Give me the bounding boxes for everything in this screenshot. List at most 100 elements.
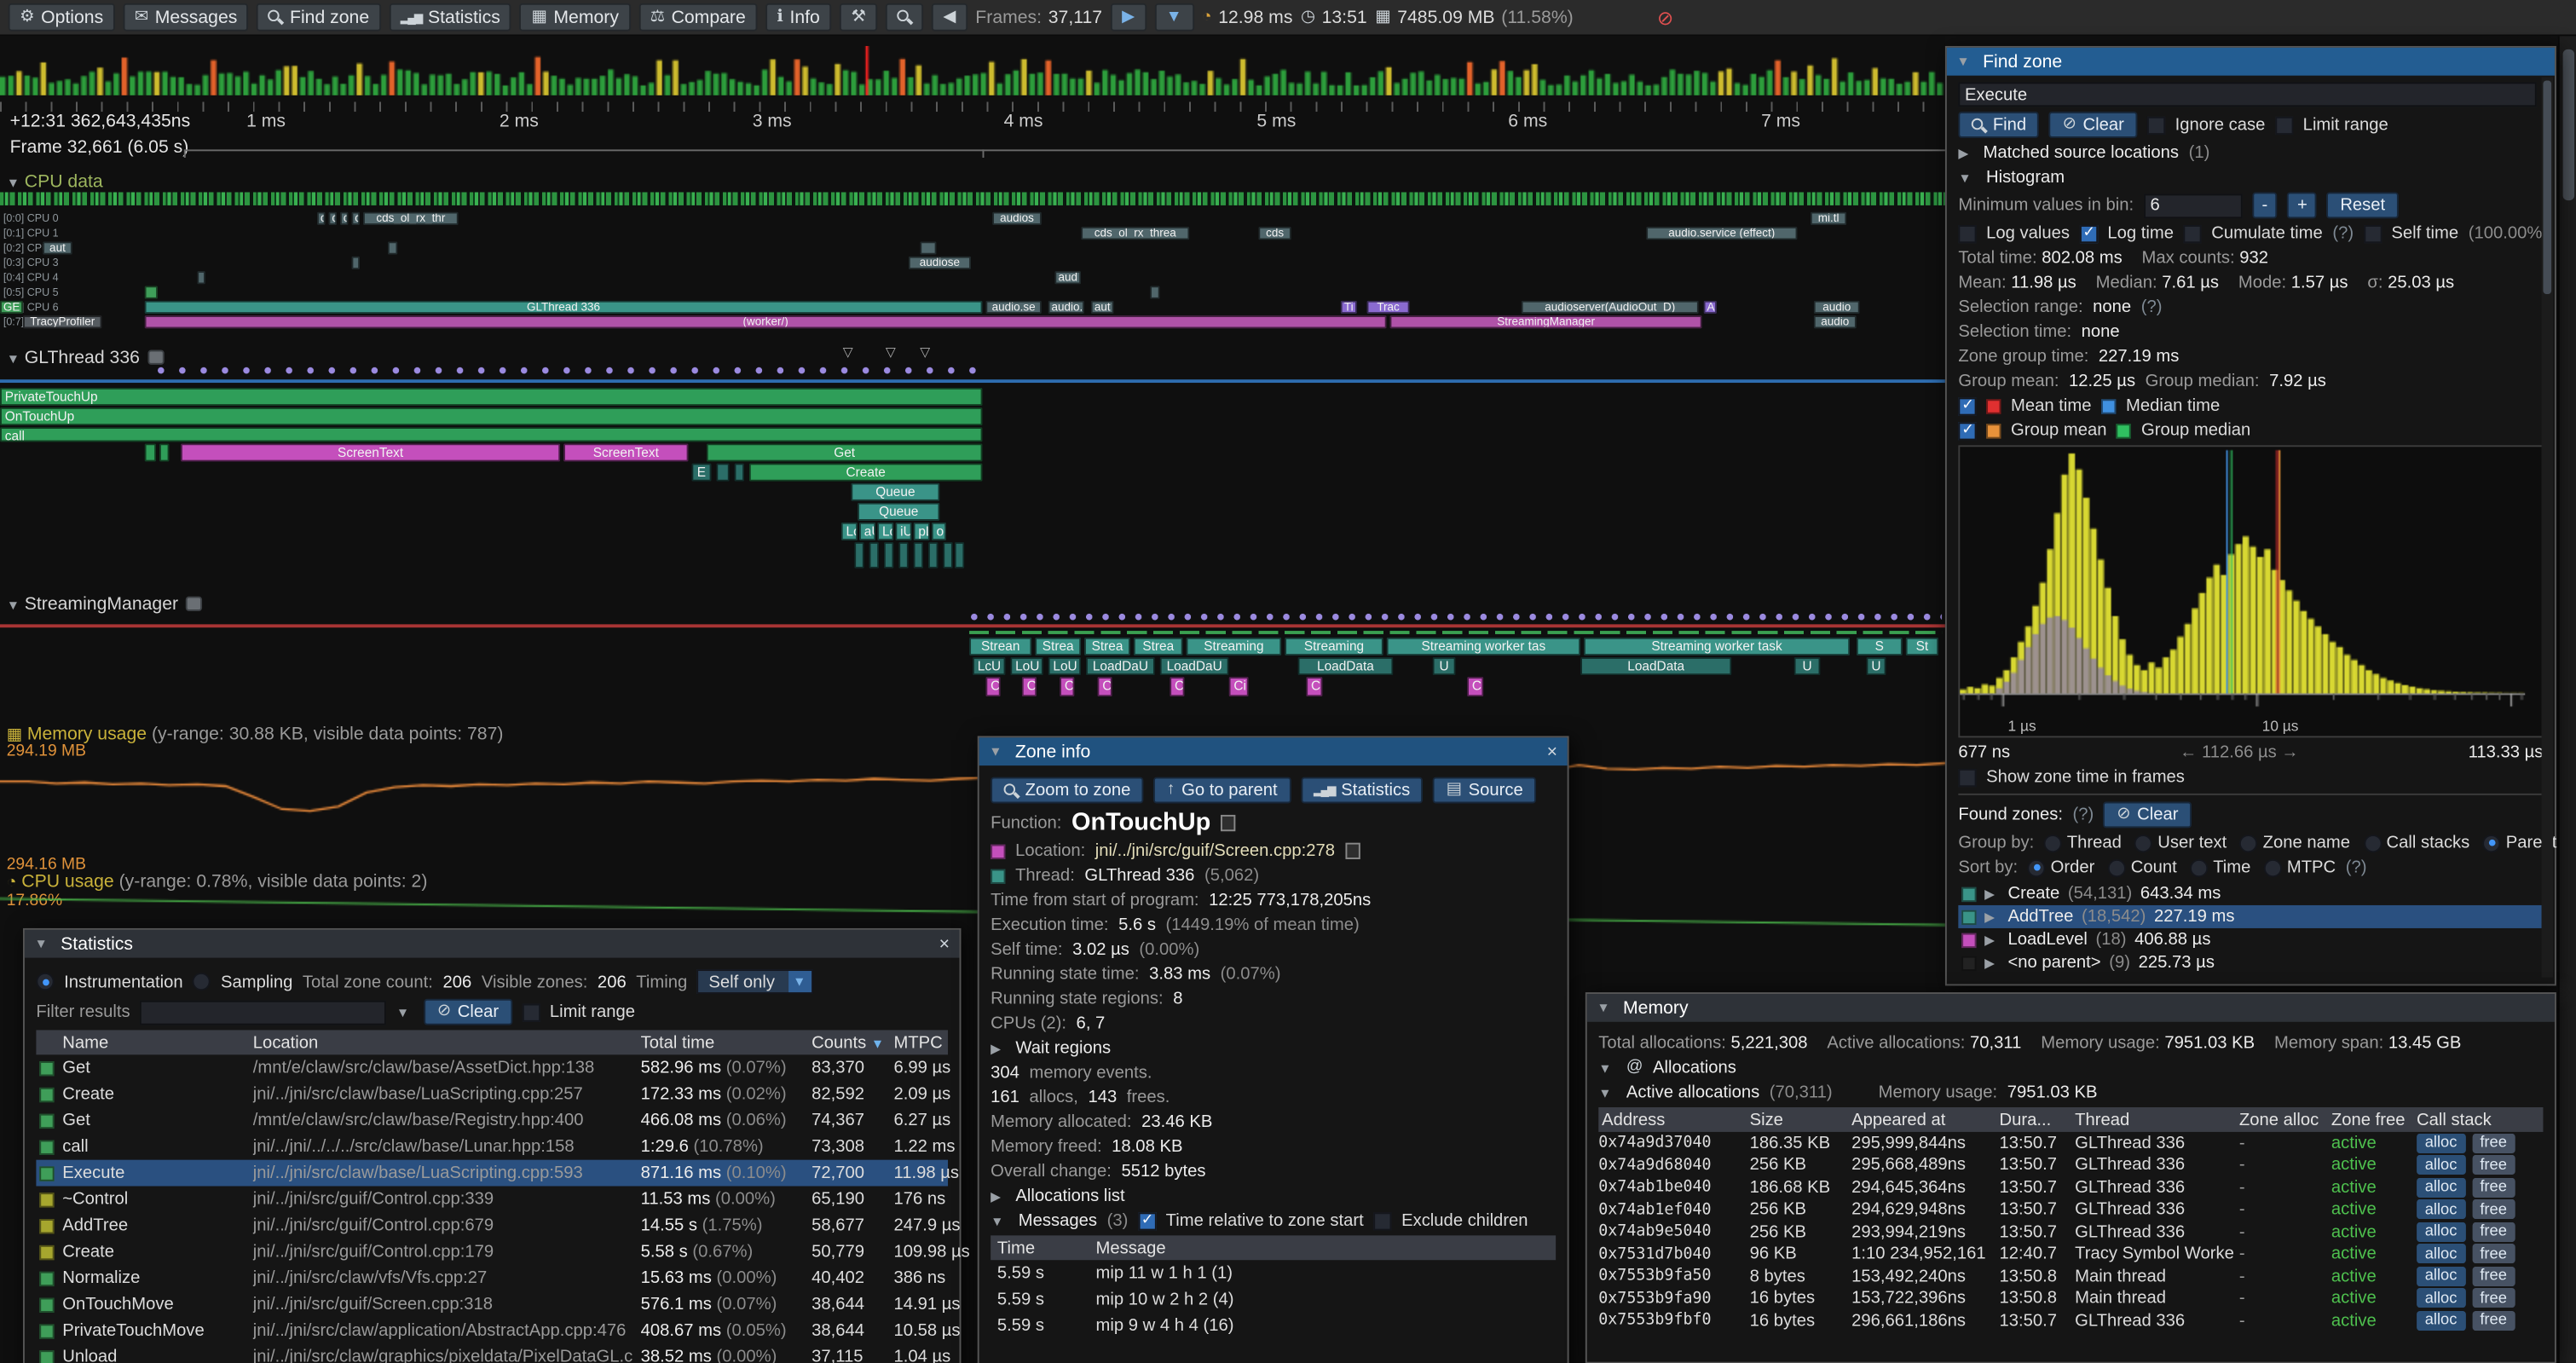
zoom-to-zone-button[interactable]: Zoom to zone: [991, 777, 1144, 804]
allocation-row[interactable]: 0x74a9d68040 256 KB 295,668,489ns 13:50.…: [1598, 1154, 2543, 1176]
cpu-zone[interactable]: TracyProfiler: [23, 315, 102, 328]
timeline-zone[interactable]: [943, 542, 953, 569]
cpu-zone[interactable]: [145, 286, 158, 298]
timeline-zone[interactable]: [854, 542, 864, 569]
sampling-radio[interactable]: [193, 973, 211, 990]
timeline-zone[interactable]: oU: [932, 523, 946, 540]
timeline-zone[interactable]: Streaming worker tas: [1387, 638, 1580, 656]
time-relative-checkbox[interactable]: [1138, 1211, 1156, 1229]
instrumentation-radio[interactable]: [36, 973, 54, 990]
timeline-zone[interactable]: [735, 463, 745, 481]
cpu-zone[interactable]: [388, 241, 398, 254]
streamingmanager-header[interactable]: ▼StreamingManager: [7, 595, 203, 615]
close-icon[interactable]: ×: [1547, 742, 1557, 761]
cpu-data-header[interactable]: ▼CPU data: [7, 172, 103, 192]
cpu-zone[interactable]: c: [328, 212, 337, 225]
cpu-zone[interactable]: [197, 271, 205, 284]
find-limit-range-checkbox[interactable]: [2275, 116, 2293, 134]
stats-row[interactable]: ~Control jni/../jni/src/guif/Control.cpp…: [36, 1187, 948, 1213]
find-button[interactable]: Find: [1958, 112, 2039, 138]
limit-range-checkbox[interactable]: [522, 1003, 540, 1021]
find-zone-scrollbar[interactable]: [2542, 78, 2553, 978]
histogram-toggle[interactable]: ▼Histogram: [1958, 168, 2543, 188]
cpu-zone[interactable]: c: [351, 212, 360, 225]
cpu-zone[interactable]: c: [340, 212, 349, 225]
timeline-zone[interactable]: OnTouchUp: [0, 407, 983, 425]
stats-row[interactable]: AddTree jni/../jni/src/guif/Control.cpp:…: [36, 1212, 948, 1239]
sort-by-option[interactable]: Time: [2190, 858, 2250, 877]
timeline-zone[interactable]: aU: [859, 523, 875, 540]
timeline-zone[interactable]: Ci: [1229, 677, 1249, 696]
streaming-message-dots[interactable]: [969, 611, 1942, 622]
col-size[interactable]: Size: [1750, 1110, 1851, 1129]
free-callstack-button[interactable]: free: [2472, 1244, 2515, 1263]
stats-row[interactable]: Unload jni/../jni/src/claw/graphics/pixe…: [36, 1344, 948, 1363]
alloc-callstack-button[interactable]: alloc: [2417, 1266, 2465, 1285]
stats-clear-button[interactable]: ⊘Clear: [424, 999, 511, 1025]
alloc-callstack-button[interactable]: alloc: [2417, 1177, 2465, 1197]
found-zone-row[interactable]: ▶ LoadLevel (18) 406.88 µs: [1958, 928, 2543, 951]
alloc-callstack-button[interactable]: alloc: [2417, 1199, 2465, 1219]
col-call-stack[interactable]: Call stack: [2417, 1110, 2543, 1129]
allocation-row[interactable]: 0x74ab9e5040 256 KB 293,994,219ns 13:50.…: [1598, 1221, 2543, 1243]
streaming-zone-row[interactable]: StreanStreaStreaStreaStreamingStreamingS…: [0, 638, 1945, 656]
streaming-zone-row[interactable]: LcULoULoULoadDaULoadDaULoadDataULoadData…: [0, 657, 1945, 675]
timeline-zone[interactable]: LoadDaU: [1160, 657, 1229, 675]
col-address[interactable]: Address: [1598, 1110, 1749, 1129]
cpu-zone[interactable]: (worker/): [145, 315, 1387, 328]
col-mtpc[interactable]: MTPC: [893, 1032, 985, 1052]
cpu-usage-plot[interactable]: [0, 891, 1945, 933]
timeline-zone[interactable]: C: [1306, 677, 1322, 696]
col-counts[interactable]: Counts ▼: [811, 1032, 893, 1052]
free-callstack-button[interactable]: free: [2472, 1177, 2515, 1197]
info-button[interactable]: ℹInfo: [765, 3, 831, 32]
stats-row[interactable]: call jni/../jni/../../../src/claw/base/L…: [36, 1134, 948, 1160]
matched-locations-toggle[interactable]: ▶Matched source locations(1): [1958, 143, 2543, 163]
timeline-zone[interactable]: Get: [707, 443, 983, 461]
timeline-zone[interactable]: Lo: [877, 523, 893, 540]
cpu-core-row[interactable]: [0:1] CPU 1cds_ol_rx_threacdsaudio.servi…: [0, 227, 1945, 240]
timeline-zone[interactable]: C: [985, 677, 1000, 696]
timeline-zone[interactable]: C: [1467, 677, 1483, 696]
timeline-zone[interactable]: [145, 443, 156, 461]
timeline-zone[interactable]: Strea: [1134, 638, 1183, 656]
cpu-zone[interactable]: Ti: [1341, 301, 1357, 314]
free-callstack-button[interactable]: free: [2472, 1133, 2515, 1152]
col-total-time[interactable]: Total time: [641, 1032, 811, 1052]
cpu-zone[interactable]: mi.tl: [1811, 212, 1846, 225]
stats-row[interactable]: Execute jni/../jni/src/claw/base/LuaScri…: [36, 1160, 948, 1187]
cpu-zone[interactable]: [920, 241, 936, 254]
stats-row[interactable]: Get /mnt/e/claw/src/claw/base/Registry.h…: [36, 1107, 948, 1134]
zone-time-histogram[interactable]: 1 µs 10 µs: [1958, 445, 2543, 737]
cpu-core-row[interactable]: [0:4] CPU 4aud: [0, 271, 1945, 284]
active-allocations-toggle[interactable]: ▼Active allocations(70,311)Memory usage:…: [1598, 1083, 2543, 1102]
timeline-zone[interactable]: Queue: [851, 483, 939, 501]
timeline-zone[interactable]: [159, 443, 170, 461]
log-time-checkbox[interactable]: [2080, 224, 2098, 242]
copy-icon[interactable]: [1221, 814, 1235, 830]
col-zone-free[interactable]: Zone free: [2331, 1110, 2417, 1129]
streaming-zone-row[interactable]: CCCCCCiCC: [0, 677, 1945, 696]
cpu-core-row[interactable]: [0:7] CPU 7TracyProfiler(worker/)Streami…: [0, 315, 1945, 328]
notifications-muted-icon[interactable]: ⊘: [1657, 6, 1673, 29]
frame-dropdown-button[interactable]: ▼: [1154, 3, 1193, 32]
timing-select[interactable]: Self only▼: [697, 969, 812, 994]
timeline-zone[interactable]: pL: [914, 523, 930, 540]
timeline-zone[interactable]: Create: [749, 463, 983, 481]
stats-row[interactable]: Get /mnt/e/claw/src/claw/base/AssetDict.…: [36, 1054, 948, 1081]
found-zone-row[interactable]: ▶ <no parent> (9) 225.73 µs: [1958, 951, 2543, 974]
timeline-zone[interactable]: [869, 542, 880, 569]
messages-toggle[interactable]: ▼Messages(3) Time relative to zone start…: [991, 1210, 1556, 1230]
alloc-callstack-button[interactable]: alloc: [2417, 1244, 2465, 1263]
cpu-zone[interactable]: aud: [1054, 271, 1081, 284]
alloc-callstack-button[interactable]: alloc: [2417, 1155, 2465, 1175]
free-callstack-button[interactable]: free: [2472, 1155, 2515, 1175]
alloc-callstack-button[interactable]: alloc: [2417, 1133, 2465, 1152]
glthread-zone-row[interactable]: call: [0, 427, 1945, 442]
col-appeared-at[interactable]: Appeared at: [1851, 1110, 1999, 1129]
cpu-zone[interactable]: audio: [1814, 315, 1857, 328]
timeline-zone[interactable]: Strean: [969, 638, 1031, 656]
frame-range-label[interactable]: Frame 32,661 (6.05 s): [10, 138, 189, 158]
sort-by-option[interactable]: MTPC: [2264, 858, 2336, 877]
free-callstack-button[interactable]: free: [2472, 1288, 2515, 1308]
